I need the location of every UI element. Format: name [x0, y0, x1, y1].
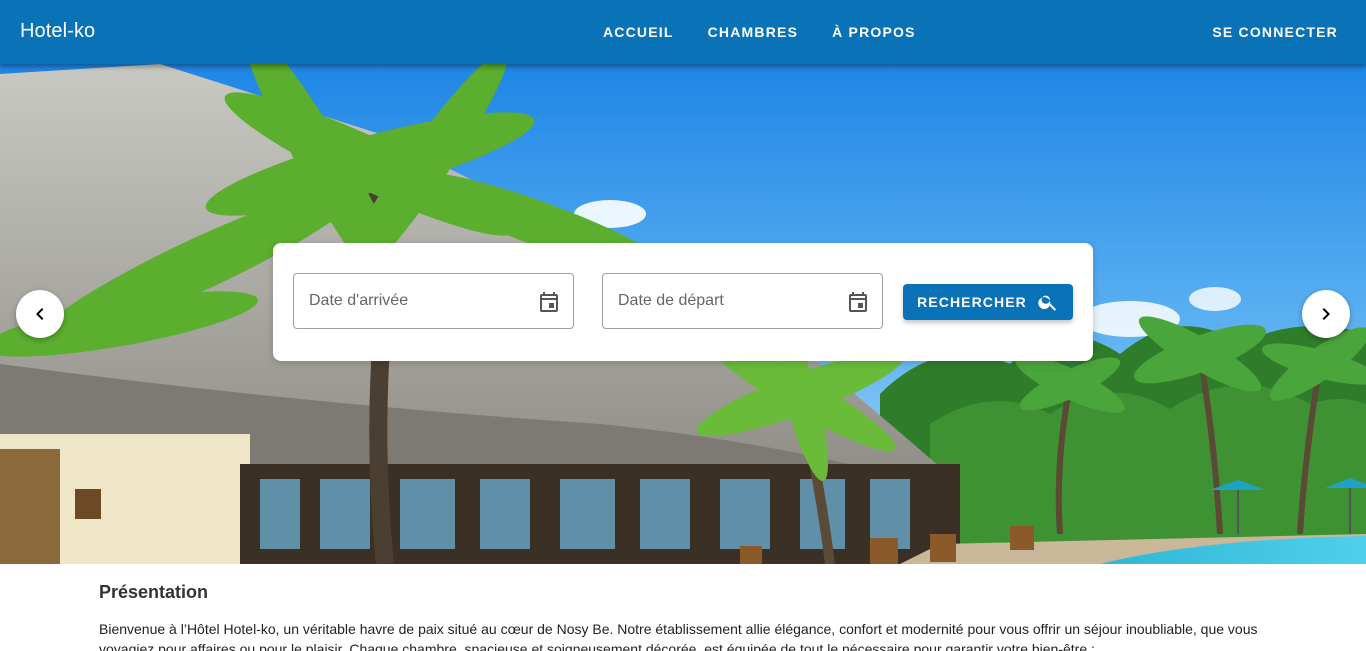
presentation-title: Présentation: [99, 582, 209, 602]
presentation-section: Présentation Bienvenue à l’Hôtel Hotel-k…: [99, 582, 1259, 651]
nav-a-propos[interactable]: À PROPOS: [815, 16, 933, 48]
app-bar: Hotel-ko ACCUEIL CHAMBRES À PROPOS SE CO…: [0, 0, 1366, 64]
nav-accueil[interactable]: ACCUEIL: [586, 16, 691, 48]
carousel-next-button[interactable]: [1302, 290, 1350, 338]
departure-date-field[interactable]: Date de départ: [602, 273, 883, 329]
brand-title[interactable]: Hotel-ko: [20, 20, 95, 43]
search-button-label: RECHERCHER: [917, 294, 1027, 310]
nav-chambres[interactable]: CHAMBRES: [691, 16, 816, 48]
search-card: Date d'arrivée Date de départ RECHERCHER: [273, 243, 1093, 361]
calendar-icon[interactable]: [537, 290, 561, 314]
departure-date-placeholder: Date de départ: [618, 292, 724, 309]
presentation-text: Bienvenue à l’Hôtel Hotel-ko, un véritab…: [99, 621, 1258, 651]
main-nav: ACCUEIL CHAMBRES À PROPOS: [586, 0, 933, 64]
search-button[interactable]: RECHERCHER: [903, 284, 1073, 320]
chevron-right-icon: [1322, 308, 1330, 320]
hero-carousel: Date d'arrivée Date de départ RECHERCHER: [0, 64, 1366, 564]
login-button[interactable]: SE CONNECTER: [1196, 0, 1354, 64]
carousel-prev-button[interactable]: [16, 290, 64, 338]
arrival-date-placeholder: Date d'arrivée: [309, 292, 409, 309]
chevron-left-icon: [36, 308, 44, 320]
search-icon: [1038, 295, 1056, 311]
arrival-date-field[interactable]: Date d'arrivée: [293, 273, 574, 329]
calendar-icon[interactable]: [846, 290, 870, 314]
